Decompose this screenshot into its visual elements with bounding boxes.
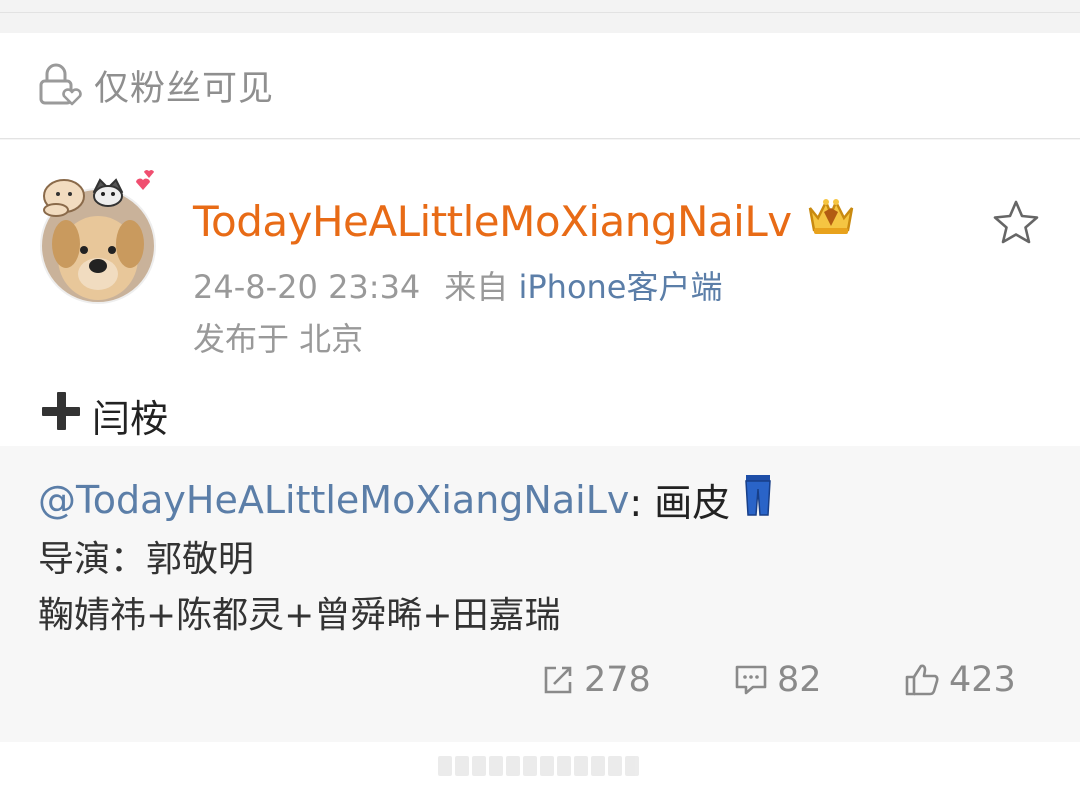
vip-crown-icon bbox=[804, 194, 858, 248]
post-body: 闫桉 bbox=[92, 397, 169, 441]
comment-count: 82 bbox=[777, 660, 822, 700]
source-prefix: 来自 bbox=[444, 268, 509, 306]
username-row[interactable]: TodayHeALittleMoXiangNaiLv bbox=[193, 194, 858, 248]
comment-icon bbox=[735, 665, 767, 695]
comment-button[interactable]: 82 bbox=[733, 660, 822, 700]
post-time: 24-8-20 23:34 bbox=[193, 268, 421, 306]
post-card: TodayHeALittleMoXiangNaiLv 24-8-20 23:34… bbox=[0, 140, 1080, 446]
top-strip bbox=[0, 0, 1080, 33]
post-text: 闫桉 bbox=[38, 388, 168, 443]
favorite-star-icon[interactable] bbox=[990, 198, 1042, 252]
avatar[interactable] bbox=[26, 162, 166, 304]
repost-cast: 鞠婧祎+陈都灵+曾舜晞+田嘉瑞 bbox=[38, 595, 561, 636]
lock-heart-icon bbox=[38, 62, 84, 110]
repost-icon bbox=[544, 666, 572, 694]
post-meta: 24-8-20 23:34 来自 iPhone客户端 bbox=[193, 262, 723, 308]
bottom-area bbox=[0, 742, 1080, 789]
like-button[interactable]: 423 bbox=[903, 660, 1016, 700]
like-count: 423 bbox=[949, 660, 1016, 700]
repost-title: @TodayHeALittleMoXiangNaiLv: 画皮 bbox=[38, 472, 772, 527]
post-source[interactable]: iPhone客户端 bbox=[518, 268, 722, 306]
repost-count: 278 bbox=[584, 660, 651, 700]
visibility-label: 仅粉丝可见 bbox=[94, 69, 275, 109]
repost-title-text: : 画皮 bbox=[629, 481, 731, 525]
post-location: 发布于 北京 bbox=[193, 320, 364, 358]
mention-link[interactable]: @TodayHeALittleMoXiangNaiLv bbox=[38, 478, 629, 522]
repost-button[interactable]: 278 bbox=[540, 660, 651, 700]
repost-card[interactable]: @TodayHeALittleMoXiangNaiLv: 画皮 导演：郭敬明 鞠… bbox=[0, 446, 1080, 742]
visibility-bar: 仅粉丝可见 bbox=[0, 33, 1080, 139]
jeans-emoji-icon bbox=[744, 473, 772, 526]
action-bar: 278 82 423 bbox=[0, 660, 1080, 710]
watermark bbox=[438, 756, 639, 778]
thumbs-up-icon bbox=[905, 664, 939, 696]
plus-emoji-icon bbox=[38, 388, 84, 443]
username[interactable]: TodayHeALittleMoXiangNaiLv bbox=[193, 197, 792, 246]
repost-director: 导演：郭敬明 bbox=[38, 539, 255, 580]
